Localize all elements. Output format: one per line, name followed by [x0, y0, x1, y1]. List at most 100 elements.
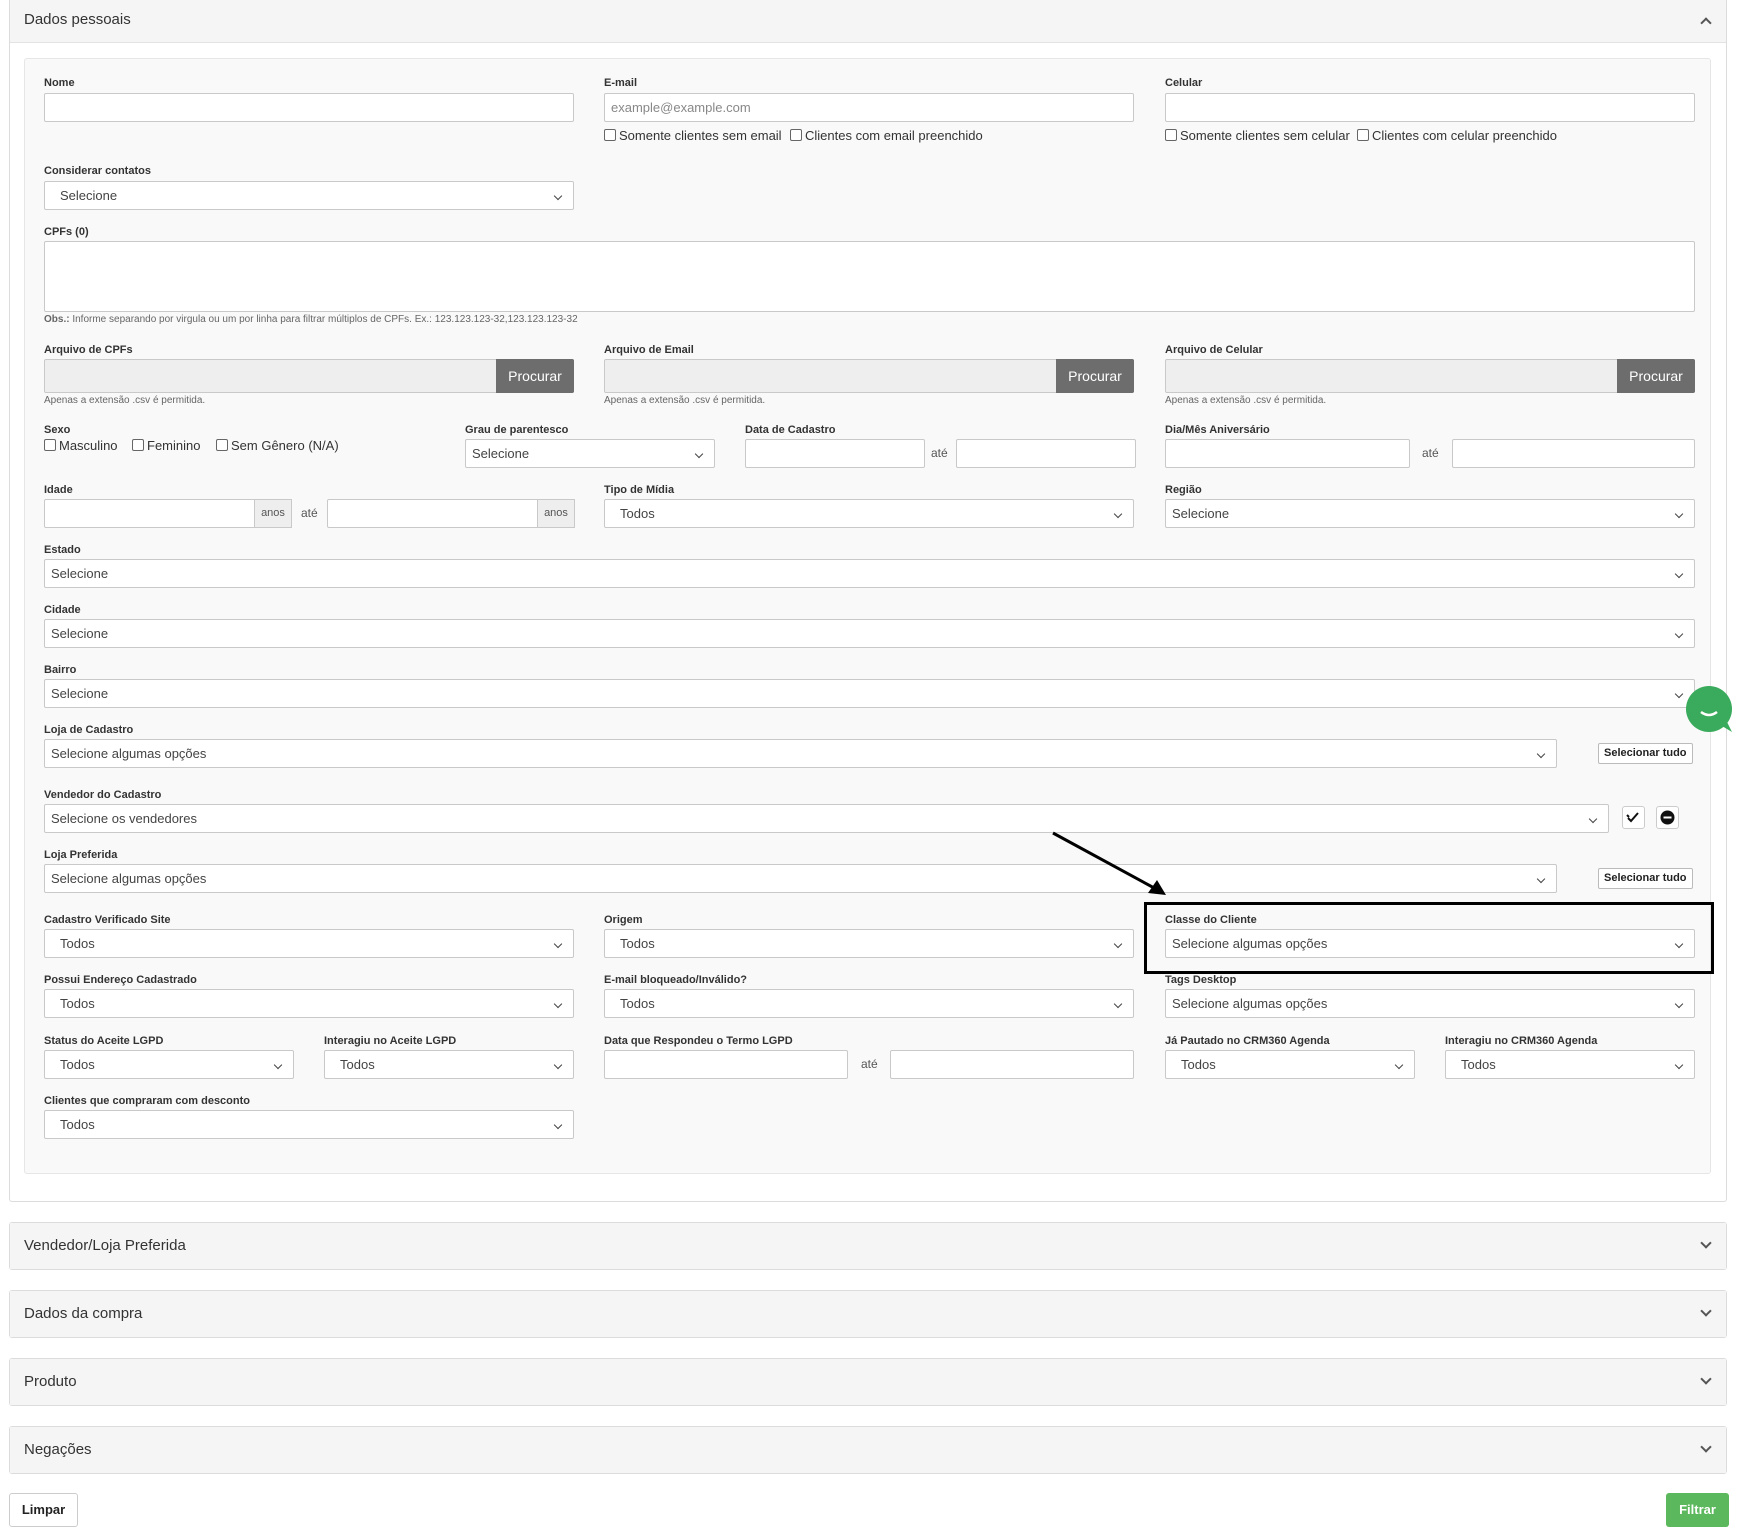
email-input[interactable]: example@example.com: [604, 93, 1134, 122]
estado-select[interactable]: Selecione: [44, 559, 1695, 588]
interagiu-crm-select[interactable]: Todos: [1445, 1050, 1695, 1079]
panel-vendedor-loja[interactable]: Vendedor/Loja Preferida: [9, 1222, 1727, 1270]
chevron-down-icon: [1674, 1060, 1684, 1070]
data-cadastro-inicio[interactable]: [745, 439, 925, 468]
data-cadastro-fim[interactable]: [956, 439, 1136, 468]
email-chk-com[interactable]: Clientes com email preenchido: [790, 128, 983, 143]
checkbox-icon[interactable]: [132, 439, 144, 451]
considerar-select[interactable]: Selecione: [44, 181, 574, 210]
arquivo-cpfs-procurar-button[interactable]: Procurar: [496, 359, 574, 393]
sexo-sem-genero-label: Sem Gênero (N/A): [231, 438, 339, 453]
sexo-feminino[interactable]: Feminino: [132, 438, 200, 453]
panel-title: Negações: [24, 1441, 92, 1458]
email-chk-sem[interactable]: Somente clientes sem email: [604, 128, 782, 143]
panel-title: Dados da compra: [24, 1305, 143, 1322]
data-cadastro-ate: até: [931, 446, 948, 460]
email-bloqueado-value: Todos: [620, 996, 655, 1011]
sexo-sem-genero[interactable]: Sem Gênero (N/A): [216, 438, 339, 453]
vendedor-cadastro-value: Selecione os vendedores: [51, 811, 197, 826]
tags-desktop-select[interactable]: Selecione algumas opções: [1165, 989, 1695, 1018]
chevron-down-icon: [1113, 939, 1123, 949]
sexo-label: Sexo: [44, 424, 71, 436]
arquivo-celular-hint: Apenas a extensão .csv é permitida.: [1165, 395, 1327, 406]
chevron-down-icon[interactable]: [1700, 1441, 1712, 1453]
aniversario-label: Dia/Mês Aniversário: [1165, 424, 1270, 436]
sexo-masculino[interactable]: Masculino: [44, 438, 118, 453]
celular-chk-com[interactable]: Clientes com celular preenchido: [1357, 128, 1557, 143]
idade-min-input[interactable]: [44, 499, 256, 528]
possui-endereco-value: Todos: [60, 996, 95, 1011]
panel-dados-compra[interactable]: Dados da compra: [9, 1290, 1727, 1338]
panel-negacoes[interactable]: Negações: [9, 1426, 1727, 1474]
interagiu-lgpd-select[interactable]: Todos: [324, 1050, 574, 1079]
cidade-select[interactable]: Selecione: [44, 619, 1695, 648]
grau-select[interactable]: Selecione: [465, 439, 715, 468]
chevron-up-icon[interactable]: [1700, 17, 1712, 29]
desconto-label: Clientes que compraram com desconto: [44, 1095, 250, 1107]
panel-header-negacoes[interactable]: Negações: [10, 1427, 1726, 1473]
chevron-down-icon[interactable]: [1700, 1373, 1712, 1385]
bairro-select[interactable]: Selecione: [44, 679, 1695, 708]
status-lgpd-label: Status do Aceite LGPD: [44, 1035, 164, 1047]
chevron-down-icon: [1394, 1060, 1404, 1070]
cpfs-textarea[interactable]: [44, 241, 1695, 312]
deselect-vendedores-button[interactable]: [1656, 806, 1679, 829]
checkbox-icon[interactable]: [790, 129, 802, 141]
arquivo-cpfs-input[interactable]: Procurar: [44, 359, 574, 393]
chevron-down-icon[interactable]: [1700, 1305, 1712, 1317]
data-termo-inicio[interactable]: [604, 1050, 848, 1079]
idade-max-input[interactable]: [327, 499, 539, 528]
checkbox-icon[interactable]: [1165, 129, 1177, 141]
panel-produto[interactable]: Produto: [9, 1358, 1727, 1406]
arquivo-celular-input[interactable]: Procurar: [1165, 359, 1695, 393]
checkbox-icon[interactable]: [44, 439, 56, 451]
checkbox-icon[interactable]: [604, 129, 616, 141]
ja-pautado-select[interactable]: Todos: [1165, 1050, 1415, 1079]
regiao-value: Selecione: [1172, 506, 1230, 521]
vendedor-cadastro-select[interactable]: Selecione os vendedores: [44, 804, 1609, 833]
loja-preferida-selecionar-tudo-button[interactable]: Selecionar tudo: [1598, 868, 1693, 889]
regiao-select[interactable]: Selecione: [1165, 499, 1695, 528]
data-termo-ate: até: [861, 1057, 878, 1071]
select-all-vendedores-button[interactable]: [1622, 806, 1645, 829]
aniversario-fim[interactable]: [1452, 439, 1695, 468]
desconto-select[interactable]: Todos: [44, 1110, 574, 1139]
aniversario-inicio[interactable]: [1165, 439, 1410, 468]
panel-header-dados-compra[interactable]: Dados da compra: [10, 1291, 1726, 1337]
cadastro-verificado-select[interactable]: Todos: [44, 929, 574, 958]
checkbox-icon[interactable]: [216, 439, 228, 451]
possui-endereco-select[interactable]: Todos: [44, 989, 574, 1018]
filtrar-button[interactable]: Filtrar: [1666, 1493, 1729, 1527]
data-cadastro-label: Data de Cadastro: [745, 424, 836, 436]
limpar-button[interactable]: Limpar: [9, 1493, 78, 1527]
arquivo-celular-procurar-button[interactable]: Procurar: [1617, 359, 1695, 393]
arquivo-email-procurar-button[interactable]: Procurar: [1056, 359, 1134, 393]
chevron-down-icon[interactable]: [1700, 1237, 1712, 1249]
panel-header-vendedor-loja[interactable]: Vendedor/Loja Preferida: [10, 1223, 1726, 1269]
chevron-down-icon: [1674, 569, 1684, 579]
loja-cadastro-select[interactable]: Selecione algumas opções: [44, 739, 1557, 768]
chevron-down-icon: [1536, 749, 1546, 759]
chevron-down-icon: [553, 939, 563, 949]
data-termo-fim[interactable]: [890, 1050, 1134, 1079]
tipo-midia-select[interactable]: Todos: [604, 499, 1134, 528]
panel-header-produto[interactable]: Produto: [10, 1359, 1726, 1405]
regiao-label: Região: [1165, 484, 1202, 496]
aniversario-ate: até: [1422, 446, 1439, 460]
possui-endereco-label: Possui Endereço Cadastrado: [44, 974, 197, 986]
panel-header-dados-pessoais[interactable]: Dados pessoais: [10, 0, 1726, 43]
nome-input[interactable]: [44, 93, 574, 122]
origem-select[interactable]: Todos: [604, 929, 1134, 958]
status-lgpd-select[interactable]: Todos: [44, 1050, 294, 1079]
email-bloqueado-select[interactable]: Todos: [604, 989, 1134, 1018]
loja-preferida-select[interactable]: Selecione algumas opções: [44, 864, 1557, 893]
arquivo-email-input[interactable]: Procurar: [604, 359, 1134, 393]
chat-smile-icon: [1700, 710, 1732, 732]
chat-widget-button[interactable]: [1686, 686, 1732, 732]
celular-chk-sem[interactable]: Somente clientes sem celular: [1165, 128, 1350, 143]
loja-cadastro-selecionar-tudo-button[interactable]: Selecionar tudo: [1598, 743, 1693, 764]
celular-input[interactable]: [1165, 93, 1695, 122]
idade-max-addon: anos: [537, 499, 575, 528]
checkbox-icon[interactable]: [1357, 129, 1369, 141]
chevron-down-icon: [1674, 629, 1684, 639]
